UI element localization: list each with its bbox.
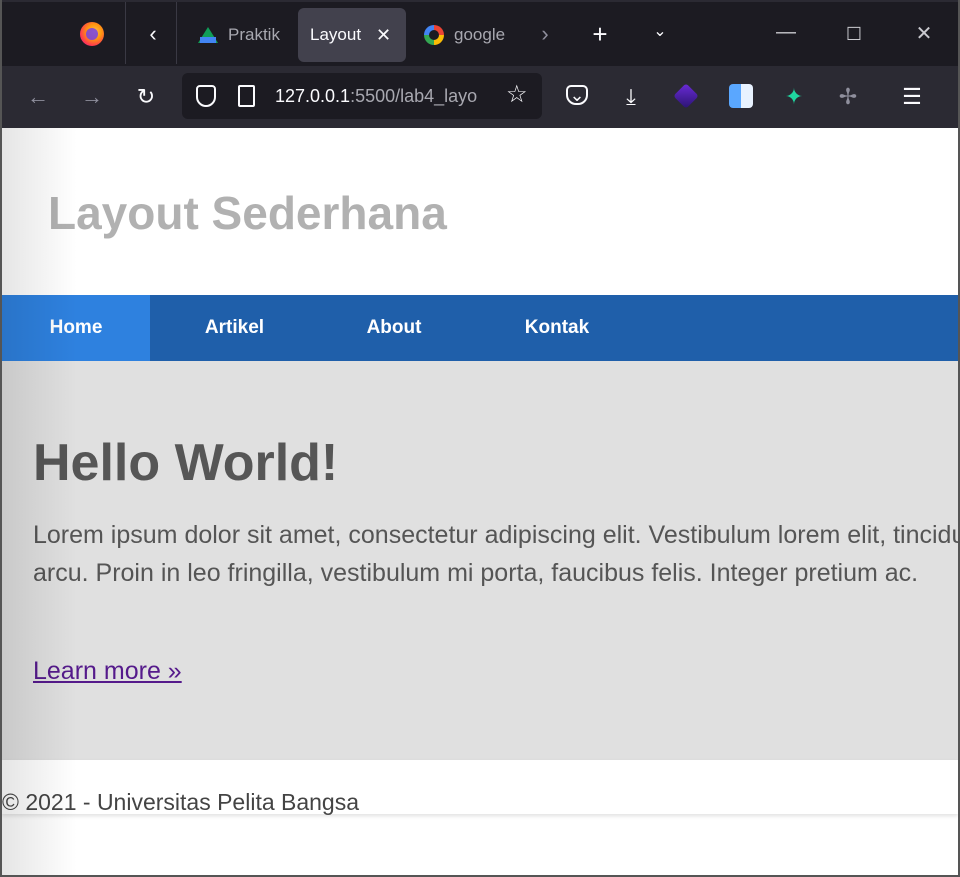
extension-icon[interactable]: ✦	[782, 85, 806, 109]
footer-text: © 2021 - Universitas Pelita Bangsa	[2, 789, 360, 815]
browser-tab-bar: ‹ Praktik Layout ✕ google › + ⌄ — ☐ ✕	[0, 0, 960, 66]
extension-icon[interactable]	[729, 84, 753, 108]
tab-scroll-left-icon[interactable]: ‹	[138, 22, 168, 46]
close-tab-icon[interactable]: ✕	[376, 25, 391, 46]
shield-icon[interactable]	[196, 85, 216, 107]
page-viewport: Layout Sederhana Home Artikel About Kont…	[2, 128, 958, 877]
firefox-icon[interactable]	[80, 22, 104, 46]
pocket-icon[interactable]: ⌄	[566, 85, 588, 105]
maximize-icon[interactable]: ☐	[839, 22, 869, 46]
nav-kontak[interactable]: Kontak	[502, 295, 612, 361]
tab-label: Praktik	[228, 25, 280, 44]
url-path: :5500/lab4_layo	[350, 86, 478, 106]
tab-google[interactable]: google	[416, 8, 512, 62]
site-nav: Home Artikel About Kontak	[2, 295, 958, 361]
url-text[interactable]: 127.0.0.1:5500/lab4_layo	[275, 86, 497, 107]
reload-icon[interactable]: ↻	[134, 85, 158, 109]
nav-home[interactable]: Home	[2, 295, 150, 361]
tab-scroll-right-icon[interactable]: ›	[530, 22, 560, 46]
google-drive-icon	[198, 25, 218, 45]
forward-icon[interactable]: →	[80, 85, 104, 109]
tab-label: Layout	[310, 25, 362, 44]
hero-section: Hello World! Lorem ipsum dolor sit amet,…	[2, 361, 958, 760]
star-icon[interactable]: ☆	[506, 83, 528, 107]
site-header: Layout Sederhana	[2, 128, 958, 295]
back-icon[interactable]: ←	[26, 85, 50, 109]
list-all-tabs-icon[interactable]: ⌄	[645, 20, 675, 44]
url-bar[interactable]: 127.0.0.1:5500/lab4_layo ☆	[182, 73, 542, 119]
site-footer: © 2021 - Universitas Pelita Bangsa	[2, 760, 958, 815]
download-icon[interactable]: ⤓	[619, 85, 643, 109]
nav-artikel[interactable]: Artikel	[182, 295, 287, 361]
tab-separator	[176, 2, 177, 64]
new-tab-icon[interactable]: +	[585, 21, 615, 47]
site-title: Layout Sederhana	[48, 187, 447, 239]
google-icon	[424, 25, 444, 45]
page-icon[interactable]	[238, 85, 255, 107]
window-close-icon[interactable]: ✕	[909, 22, 939, 46]
nav-about[interactable]: About	[344, 295, 444, 361]
hero-heading: Hello World!	[33, 434, 339, 492]
tab-label: google	[454, 25, 506, 44]
minimize-icon[interactable]: —	[771, 20, 801, 44]
browser-toolbar: ← → ↻ 127.0.0.1:5500/lab4_layo ☆ ⌄ ⤓ ✦ ✢…	[0, 66, 960, 128]
extension-icon[interactable]	[673, 83, 699, 109]
extension-icon[interactable]: ✢	[836, 85, 860, 109]
learn-more-link[interactable]: Learn more »	[33, 657, 182, 686]
hero-text: Lorem ipsum dolor sit amet, consectetur …	[33, 521, 958, 587]
tab-praktik[interactable]: Praktik	[190, 8, 286, 62]
tab-separator	[125, 2, 126, 64]
url-host: 127.0.0.1	[275, 86, 351, 106]
extensions-menu-icon[interactable]: ☰	[893, 85, 931, 109]
tab-layout[interactable]: Layout ✕	[298, 8, 406, 62]
